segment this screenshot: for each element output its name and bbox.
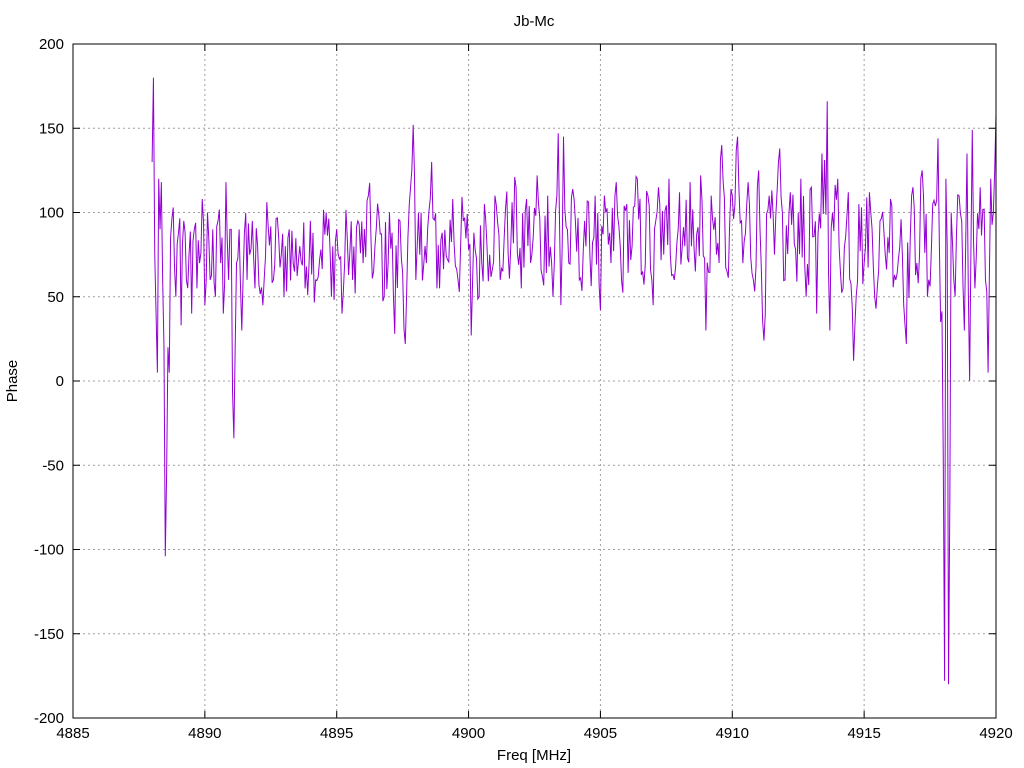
x-tick-label: 4885 — [56, 725, 89, 742]
grid — [73, 44, 996, 718]
y-tick-label: -150 — [34, 626, 64, 643]
x-tick-label: 4895 — [320, 725, 353, 742]
chart-title: Jb-Mc — [514, 13, 555, 30]
y-tick-label: 0 — [56, 373, 64, 390]
y-axis-title: Phase — [4, 360, 21, 403]
y-tick-label: -50 — [42, 457, 64, 474]
x-tick-label: 4915 — [847, 725, 880, 742]
y-tick-label: 100 — [39, 205, 64, 222]
x-tick-label: 4905 — [584, 725, 617, 742]
y-tick-label: 50 — [47, 289, 64, 306]
y-tick-label: 150 — [39, 120, 64, 137]
y-tick-labels: 200150100500-50-100-150-200 — [34, 36, 64, 727]
phase-chart: 200150100500-50-100-150-200 4885 4890 4895… — [4, 13, 1013, 764]
x-tick-label: 4910 — [716, 725, 749, 742]
y-tick-label: -100 — [34, 542, 64, 559]
x-tick-label: 4900 — [452, 725, 485, 742]
y-tick-label: 200 — [39, 36, 64, 53]
x-tick-labels: 4885 4890 4895 4900 4905 4910 4915 4920 — [56, 725, 1012, 742]
x-tick-label: 4920 — [979, 725, 1012, 742]
x-axis-title: Freq [MHz] — [497, 747, 571, 764]
x-tick-label: 4890 — [188, 725, 221, 742]
